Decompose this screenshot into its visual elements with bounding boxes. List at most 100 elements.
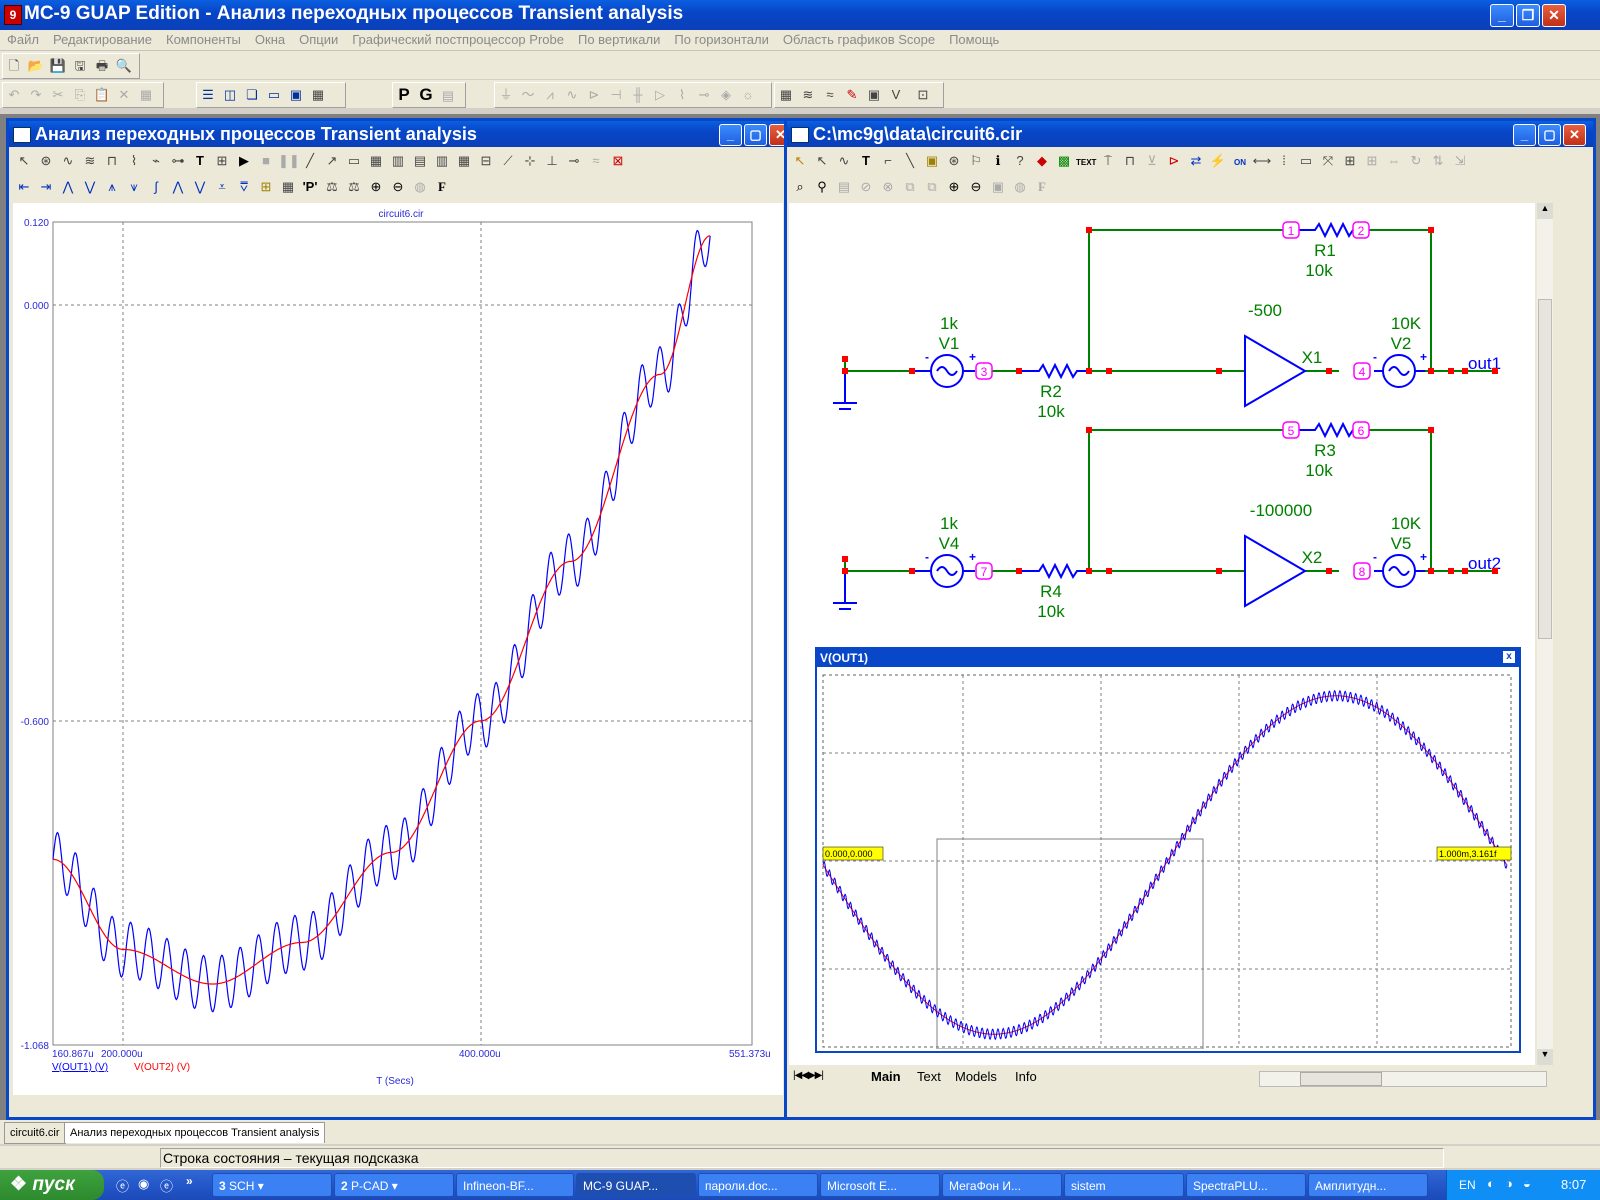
error-icon[interactable]: ⊘ — [856, 177, 876, 197]
attribute-icon[interactable]: ⍑ — [1098, 151, 1118, 171]
task-amplitude[interactable]: Амплитудн... — [1308, 1173, 1428, 1197]
on-state-icon[interactable]: ON — [1230, 153, 1250, 173]
wave-point-icon[interactable]: ⌁ — [146, 151, 166, 171]
menu-windows[interactable]: Окна — [248, 30, 292, 50]
text-mode-icon[interactable]: T — [856, 151, 876, 171]
task-spectraplus[interactable]: SpectraPLU... — [1186, 1173, 1306, 1197]
capacitor-icon[interactable]: ╫ — [628, 85, 648, 105]
valley-icon[interactable]: ⊥ — [542, 151, 562, 171]
close-button[interactable]: ✕ — [1542, 4, 1566, 27]
quicklaunch-ie-icon[interactable]: ⓔ — [116, 1176, 129, 1195]
pin-icon[interactable]: ⊻ — [1142, 151, 1162, 171]
prop-icon[interactable]: ⊞ — [1340, 151, 1360, 171]
calculator-icon[interactable]: ▦ — [308, 85, 328, 105]
amplifier-x2[interactable]: -100000 X2 — [1219, 501, 1322, 608]
legend-vout2[interactable]: V(OUT2) (V) — [134, 1062, 190, 1073]
info-icon[interactable]: ℹ — [988, 151, 1008, 171]
numeric-icon[interactable]: ▦ — [278, 177, 298, 197]
probe-icon[interactable]: ✎ — [842, 85, 862, 105]
slope-icon[interactable]: ⊸ — [564, 151, 584, 171]
open-file-icon[interactable]: 📂 — [26, 56, 46, 76]
task-sistem[interactable]: sistem — [1064, 1173, 1184, 1197]
pin-connect-icon[interactable]: ⟷ — [1252, 151, 1272, 171]
source-v4[interactable]: - + 1k V4 — [912, 514, 976, 588]
print-icon[interactable]: 🖶 — [92, 56, 112, 76]
switch-icon[interactable]: ⊸ — [694, 85, 714, 105]
graphics-icon[interactable]: ▣ — [922, 151, 942, 171]
grid-icon[interactable]: ▦ — [366, 151, 386, 171]
vd-icon[interactable]: V — [886, 85, 906, 105]
cut-icon[interactable]: ✂ — [48, 85, 68, 105]
tray-security-icon[interactable]: ◒ — [1523, 1176, 1531, 1191]
legend-vout1[interactable]: V(OUT1) (V) — [52, 1062, 108, 1073]
source-v2[interactable]: - + 10K V2 — [1373, 314, 1427, 388]
node-icon[interactable]: ◈ — [716, 85, 736, 105]
save-icon[interactable]: 💾 — [48, 56, 68, 76]
stack-icon[interactable]: ⧉ — [900, 177, 920, 197]
wave-horizontal-icon[interactable]: ⊶ — [168, 151, 188, 171]
flag-icon[interactable]: ⚐ — [966, 151, 986, 171]
page-icon[interactable]: ▤ — [834, 177, 854, 197]
delete-curve-icon[interactable]: ⊠ — [608, 151, 628, 171]
page-nav-icon[interactable]: |◀◀▶▶| — [793, 1070, 824, 1081]
wave-tag-icon[interactable]: ⌇ — [124, 151, 144, 171]
pointer-icon[interactable]: ↖ — [812, 151, 832, 171]
top-icon[interactable]: ⩡ — [212, 177, 232, 197]
component-mode-icon[interactable]: ∿ — [834, 151, 854, 171]
wave-box-icon[interactable]: ⊓ — [102, 151, 122, 171]
border-icon[interactable]: ▭ — [1296, 151, 1316, 171]
binoculars-icon[interactable]: ⚲ — [812, 177, 832, 197]
zoom-out-icon[interactable]: ⊖ — [388, 177, 408, 197]
select-icon[interactable]: ↖ — [14, 151, 34, 171]
grid4-icon[interactable]: ▥ — [432, 151, 452, 171]
pause-icon[interactable]: ❚❚ — [278, 151, 300, 171]
window-split-icon[interactable]: ▣ — [286, 85, 306, 105]
power-icon[interactable]: ⚡ — [1208, 151, 1228, 171]
f-icon[interactable]: F — [1032, 177, 1052, 197]
display-icon[interactable]: ▣ — [864, 85, 884, 105]
source-icon[interactable]: 〜 — [518, 85, 538, 105]
rotate-icon[interactable]: ↻ — [1406, 151, 1426, 171]
grid-icon[interactable]: ▤ — [438, 86, 458, 106]
tab-models[interactable]: Models — [955, 1069, 997, 1084]
low-cursor-icon[interactable]: ⩛ — [124, 177, 144, 197]
diagonal-wire-icon[interactable]: ╲ — [900, 151, 920, 171]
wave-scale-icon[interactable]: ≋ — [80, 151, 100, 171]
globe-icon[interactable]: ◍ — [1010, 177, 1030, 197]
show-text-icon[interactable]: TEXT — [1076, 153, 1096, 173]
language-indicator[interactable]: EN — [1459, 1178, 1476, 1192]
p-label-icon[interactable]: 'P' — [300, 177, 320, 197]
new-file-icon[interactable]: 🗋 — [4, 56, 24, 76]
start-button[interactable]: ❖ пуск — [0, 1170, 104, 1200]
point-to-point-icon[interactable]: ◆ — [1032, 151, 1052, 171]
stack2-icon[interactable]: ⧉ — [922, 177, 942, 197]
flip-icon[interactable]: ⇅ — [1428, 151, 1448, 171]
cascade-icon[interactable]: ❏ — [242, 85, 262, 105]
ground-icon[interactable]: ⏚ — [496, 85, 516, 105]
clear-icon[interactable]: ⊗ — [878, 177, 898, 197]
minimize-button[interactable]: _ — [1490, 4, 1514, 27]
graph-icon[interactable]: ⊡ — [913, 85, 933, 105]
undo-icon[interactable]: ↶ — [4, 85, 24, 105]
tile-horizontal-icon[interactable]: ☰ — [198, 85, 218, 105]
zoom-out-icon[interactable]: ⊖ — [966, 177, 986, 197]
data-points-icon[interactable]: ⊞ — [256, 177, 276, 197]
scope-plot[interactable]: 0.000,0.000 1.000m,3.161f — [817, 669, 1515, 1049]
help-icon[interactable]: ? — [1010, 151, 1030, 171]
opamp-icon[interactable]: ▷ — [650, 85, 670, 105]
scroll-up-icon[interactable]: ▲ — [1537, 203, 1553, 219]
current-icon[interactable]: ⇄ — [1186, 151, 1206, 171]
analysis-minimize-button[interactable]: _ — [719, 124, 742, 146]
scope-window[interactable]: V(OUT1) x 0.000,0.000 1.000m,3.161f — [815, 647, 1521, 1053]
resistor-r4[interactable]: R4 10k — [1019, 562, 1089, 621]
wave-icon[interactable]: ≋ — [798, 85, 818, 105]
inductor-icon[interactable]: ⌇ — [672, 85, 692, 105]
scope-close-button[interactable]: x — [1503, 651, 1515, 663]
menu-probe[interactable]: Графический постпроцессор Probe — [345, 30, 571, 50]
plot-area[interactable]: circuit6.cir 0.120 0.000 -0.600 -1.068 1… — [13, 203, 783, 1095]
flat-icon[interactable]: ≈ — [586, 151, 606, 171]
find-icon[interactable]: ⌕ — [790, 177, 810, 197]
analysis-maximize-button[interactable]: ▢ — [744, 124, 767, 146]
task-mc9[interactable]: MC-9 GUAP... — [576, 1173, 696, 1197]
properties-icon[interactable]: ⊞ — [212, 151, 232, 171]
